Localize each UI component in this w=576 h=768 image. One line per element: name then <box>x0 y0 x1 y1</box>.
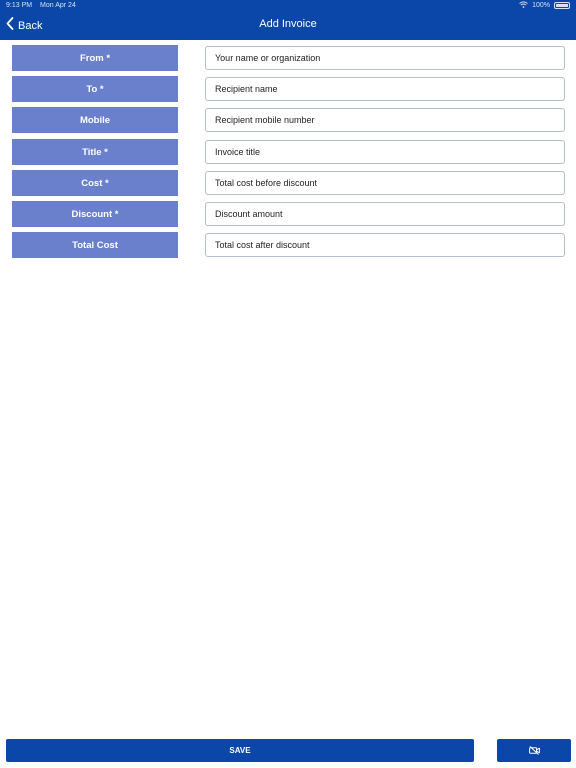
no-camera-icon <box>528 742 540 760</box>
title-input[interactable] <box>205 140 565 164</box>
wifi-icon <box>519 0 528 11</box>
discount-label: Discount * <box>12 201 178 227</box>
form-row-total-cost: Total Cost <box>0 232 576 258</box>
total-cost-input[interactable] <box>205 233 565 257</box>
save-button-label: SAVE <box>229 746 251 755</box>
cost-label: Cost * <box>12 170 178 196</box>
form-row-from: From * <box>0 45 576 71</box>
mobile-input[interactable] <box>205 108 565 132</box>
form-row-mobile: Mobile <box>0 107 576 133</box>
form-row-discount: Discount * <box>0 201 576 227</box>
from-label: From * <box>12 45 178 71</box>
form-row-title: Title * <box>0 139 576 165</box>
nav-bar: 9:13 PM Mon Apr 24 100% Back Add Invoice <box>0 0 576 40</box>
no-camera-button[interactable] <box>497 739 571 762</box>
status-bar: 9:13 PM Mon Apr 24 100% <box>0 0 576 11</box>
battery-percent: 100% <box>532 2 550 9</box>
cost-input[interactable] <box>205 171 565 195</box>
mobile-label: Mobile <box>12 107 178 133</box>
status-date: Mon Apr 24 <box>40 2 76 9</box>
save-button[interactable]: SAVE <box>6 739 474 762</box>
total-cost-label: Total Cost <box>12 232 178 258</box>
title-label: Title * <box>12 139 178 165</box>
discount-input[interactable] <box>205 202 565 226</box>
from-input[interactable] <box>205 46 565 70</box>
form-row-to: To * <box>0 76 576 102</box>
status-time: 9:13 PM <box>6 2 33 9</box>
page-title: Add Invoice <box>259 18 317 30</box>
to-label: To * <box>12 76 178 102</box>
form-row-cost: Cost * <box>0 170 576 196</box>
to-input[interactable] <box>205 77 565 101</box>
battery-icon <box>554 2 570 9</box>
